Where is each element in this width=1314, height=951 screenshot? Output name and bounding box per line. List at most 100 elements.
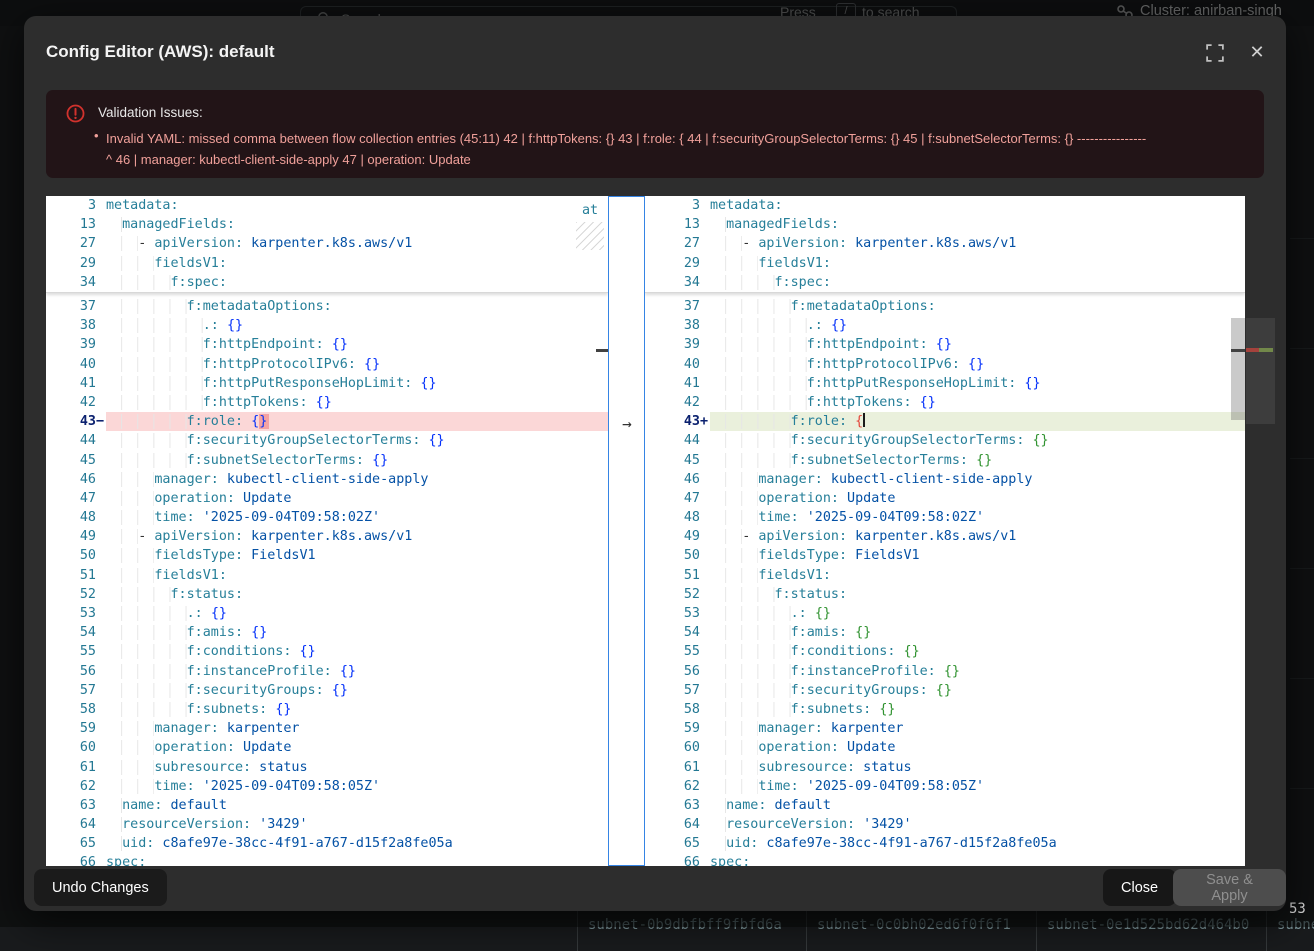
line-number: 45 bbox=[645, 451, 710, 470]
line-number: 34 bbox=[46, 273, 106, 292]
code-line: 62 time: '2025-09-04T09:58:05Z' bbox=[46, 777, 608, 796]
code-content: subresource: status bbox=[710, 758, 1245, 777]
code-content: time: '2025-09-04T09:58:05Z' bbox=[106, 777, 608, 796]
code-line: 34 f:spec: bbox=[645, 273, 1245, 292]
code-line: 38 .: {} bbox=[46, 316, 608, 335]
code-line: 61 subresource: status bbox=[645, 758, 1245, 777]
code-line: 39 f:httpEndpoint: {} bbox=[46, 335, 608, 354]
diff-sash[interactable]: → bbox=[608, 196, 645, 866]
overview-scroll-slider[interactable] bbox=[1246, 318, 1275, 424]
code-content: metadata: bbox=[106, 196, 608, 215]
line-number: 41 bbox=[46, 374, 106, 393]
line-number: 50 bbox=[46, 546, 106, 565]
line-number: 3 bbox=[645, 196, 710, 215]
code-content: f:httpProtocolIPv6: {} bbox=[710, 355, 1245, 374]
code-content: f:httpPutResponseHopLimit: {} bbox=[106, 374, 608, 393]
code-content: f:securityGroupSelectorTerms: {} bbox=[710, 431, 1245, 450]
line-number: 44 bbox=[46, 431, 106, 450]
code-line: 53 .: {} bbox=[46, 604, 608, 623]
code-line: 49 - apiVersion: karpenter.k8s.aws/v1 bbox=[645, 527, 1245, 546]
code-content: f:status: bbox=[710, 585, 1245, 604]
line-number: 63 bbox=[645, 796, 710, 815]
line-number: 53 bbox=[46, 604, 106, 623]
code-line: 41 f:httpPutResponseHopLimit: {} bbox=[46, 374, 608, 393]
code-line: 45 f:subnetSelectorTerms: {} bbox=[645, 451, 1245, 470]
close-button[interactable]: Close bbox=[1103, 869, 1176, 906]
code-line: 40 f:httpProtocolIPv6: {} bbox=[46, 355, 608, 374]
line-number: 38 bbox=[645, 316, 710, 335]
code-content: f:metadataOptions: bbox=[710, 297, 1245, 316]
code-line: 65 uid: c8afe97e-38cc-4f91-a767-d15f2a8f… bbox=[46, 834, 608, 853]
code-content: f:securityGroupSelectorTerms: {} bbox=[106, 431, 608, 450]
code-line: 60 operation: Update bbox=[645, 738, 1245, 757]
validation-banner: Validation Issues: • Invalid YAML: misse… bbox=[46, 90, 1264, 178]
code-content: fieldsType: FieldsV1 bbox=[106, 546, 608, 565]
code-line: 39 f:httpEndpoint: {} bbox=[645, 335, 1245, 354]
code-line: 55 f:conditions: {} bbox=[645, 642, 1245, 661]
code-content: f:instanceProfile: {} bbox=[710, 662, 1245, 681]
code-content: f:spec: bbox=[106, 273, 608, 292]
undo-changes-button[interactable]: Undo Changes bbox=[34, 869, 167, 906]
code-content: - apiVersion: karpenter.k8s.aws/v1 bbox=[106, 527, 608, 546]
line-number: 64 bbox=[46, 815, 106, 834]
line-number: 64 bbox=[645, 815, 710, 834]
validation-message-line1: Invalid YAML: missed comma between flow … bbox=[106, 131, 1146, 146]
expand-button[interactable] bbox=[1206, 44, 1226, 64]
line-number: 39 bbox=[46, 335, 106, 354]
diff-overview-ruler[interactable] bbox=[1245, 196, 1276, 866]
line-number: 37 bbox=[46, 297, 106, 316]
code-content: fieldsV1: bbox=[710, 254, 1245, 273]
code-line: 37 f:metadataOptions: bbox=[46, 297, 608, 316]
code-line: 66spec: bbox=[46, 853, 608, 866]
code-content: operation: Update bbox=[106, 738, 608, 757]
code-content: f:httpTokens: {} bbox=[106, 393, 608, 412]
original-code-area[interactable]: 37 f:metadataOptions:38 .: {}39 f:httpEn… bbox=[46, 293, 608, 866]
line-number: 62 bbox=[46, 777, 106, 796]
line-number: 51 bbox=[645, 566, 710, 585]
code-content: manager: kubectl-client-side-apply bbox=[710, 470, 1245, 489]
diff-modified-pane[interactable]: 3metadata:13 managedFields:27 - apiVersi… bbox=[645, 196, 1245, 866]
code-line: 34 f:spec: bbox=[46, 273, 608, 292]
code-line: 29 fieldsV1: bbox=[46, 254, 608, 273]
code-line: 55 f:conditions: {} bbox=[46, 642, 608, 661]
revert-change-arrow-icon[interactable]: → bbox=[615, 414, 639, 433]
line-number: 42 bbox=[645, 393, 710, 412]
code-content: uid: c8afe97e-38cc-4f91-a767-d15f2a8fe05… bbox=[106, 834, 608, 853]
diff-original-pane[interactable]: 3metadata:13 managedFields:27 - apiVersi… bbox=[46, 196, 608, 866]
code-line: 46 manager: kubectl-client-side-apply bbox=[46, 470, 608, 489]
code-line: 43+ f:role: { bbox=[645, 412, 1245, 431]
line-number: 66 bbox=[46, 853, 106, 866]
overview-deletion-mark bbox=[1246, 348, 1259, 352]
modal-footer: Undo Changes Close Save & Apply bbox=[24, 866, 1286, 911]
code-line: 13 managedFields: bbox=[46, 215, 608, 234]
overview-insertion-mark bbox=[1259, 348, 1273, 352]
code-content: subresource: status bbox=[106, 758, 608, 777]
modified-code-area[interactable]: 37 f:metadataOptions:38 .: {}39 f:httpEn… bbox=[645, 293, 1245, 866]
code-content: managedFields: bbox=[106, 215, 608, 234]
code-line: 27 - apiVersion: karpenter.k8s.aws/v1 bbox=[46, 234, 608, 253]
code-content: manager: karpenter bbox=[710, 719, 1245, 738]
code-content: time: '2025-09-04T09:58:05Z' bbox=[710, 777, 1245, 796]
code-content: managedFields: bbox=[710, 215, 1245, 234]
validation-message: Invalid YAML: missed comma between flow … bbox=[106, 128, 1236, 170]
code-content: time: '2025-09-04T09:58:02Z' bbox=[710, 508, 1245, 527]
line-number: 47 bbox=[645, 489, 710, 508]
vertical-scrollbar-slider[interactable] bbox=[1231, 318, 1245, 420]
bullet: • bbox=[94, 128, 99, 143]
code-line: 47 operation: Update bbox=[46, 489, 608, 508]
line-number: 29 bbox=[645, 254, 710, 273]
code-line: 63 name: default bbox=[46, 796, 608, 815]
code-line: 3metadata: bbox=[46, 196, 608, 215]
code-line: 60 operation: Update bbox=[46, 738, 608, 757]
code-line: 59 manager: karpenter bbox=[645, 719, 1245, 738]
code-line: 46 manager: kubectl-client-side-apply bbox=[645, 470, 1245, 489]
line-number: 44 bbox=[645, 431, 710, 450]
line-number: 50 bbox=[645, 546, 710, 565]
line-number: 52 bbox=[645, 585, 710, 604]
close-icon[interactable]: ✕ bbox=[1246, 41, 1268, 63]
line-number: 56 bbox=[645, 662, 710, 681]
code-content: - apiVersion: karpenter.k8s.aws/v1 bbox=[710, 234, 1245, 253]
code-content: - apiVersion: karpenter.k8s.aws/v1 bbox=[106, 234, 608, 253]
code-line: 54 f:amis: {} bbox=[46, 623, 608, 642]
code-line: 47 operation: Update bbox=[645, 489, 1245, 508]
